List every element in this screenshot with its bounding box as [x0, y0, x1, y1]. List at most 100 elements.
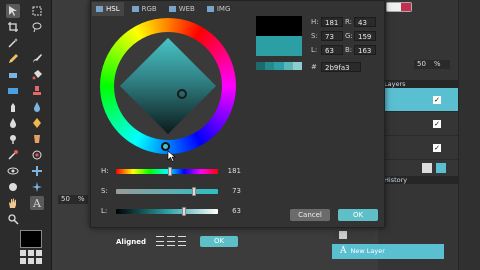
options-ok-button[interactable]: OK	[200, 236, 238, 247]
r-field[interactable]: 43	[354, 17, 376, 27]
layer-row[interactable]: ✓	[378, 112, 458, 136]
hsl-icon	[96, 6, 103, 12]
zoom-value: 50	[61, 195, 70, 203]
right-panel: 50% Layers ✓ ✓ ✓ History	[334, 0, 458, 270]
gradient-tool-icon[interactable]	[6, 84, 20, 98]
pencil-tool-icon[interactable]	[6, 52, 20, 66]
h-slider[interactable]	[116, 166, 219, 176]
tab-web-label: WEB	[178, 5, 195, 13]
tab-hsl[interactable]: HSL	[92, 2, 124, 16]
type-tool-icon[interactable]: A	[30, 196, 44, 210]
s-field-label: S:	[311, 32, 318, 40]
tab-img[interactable]: IMG	[203, 2, 235, 16]
h-slider-thumb[interactable]	[168, 166, 173, 176]
shade-swatch[interactable]	[256, 62, 266, 70]
wand-tool-icon[interactable]	[6, 36, 20, 50]
previous-color-preview[interactable]	[256, 16, 302, 36]
hex-field[interactable]: 2b9fa3	[321, 62, 361, 72]
layer-row-selected[interactable]: ✓	[378, 88, 458, 112]
l-slider-label: L:	[101, 207, 108, 215]
bloat-tool-icon[interactable]	[6, 180, 20, 194]
crop-tool-icon[interactable]	[6, 20, 20, 34]
img-icon	[206, 6, 214, 12]
align-buttons	[156, 236, 186, 246]
layer-visibility-checkbox[interactable]: ✓	[433, 120, 441, 128]
hue-wheel[interactable]	[100, 18, 236, 154]
smudge-tool-icon[interactable]	[6, 100, 20, 114]
align-left-icon[interactable]	[156, 236, 164, 246]
new-layer-icon[interactable]	[422, 163, 432, 173]
h-field[interactable]: 181	[321, 17, 343, 27]
l-field[interactable]: 63	[321, 45, 343, 55]
drop-tool-icon[interactable]	[30, 100, 44, 114]
delete-layer-icon[interactable]	[436, 163, 446, 173]
right-zoom-field[interactable]: 50%	[414, 60, 450, 69]
zoom-tool-icon[interactable]	[6, 212, 20, 226]
right-zoom-unit: %	[433, 60, 441, 68]
move-tool-icon[interactable]	[6, 4, 20, 18]
s-slider-track[interactable]	[116, 188, 219, 194]
pinch-tool-icon[interactable]	[30, 180, 44, 194]
rgb-icon	[131, 6, 139, 12]
s-slider[interactable]	[116, 186, 219, 196]
h-slider-track[interactable]	[116, 168, 219, 174]
shade-swatch[interactable]	[283, 62, 293, 70]
cancel-button[interactable]: Cancel	[290, 209, 330, 221]
marquee-tool-icon[interactable]	[30, 4, 44, 18]
foreground-color-swatch[interactable]	[20, 230, 42, 248]
default-colors-icon[interactable]	[20, 250, 44, 266]
sponge-tool-icon[interactable]	[6, 116, 20, 130]
layer-visibility-checkbox[interactable]: ✓	[433, 144, 441, 152]
dodge-tool-icon[interactable]	[6, 132, 20, 146]
l-slider[interactable]	[116, 206, 219, 216]
shade-swatches[interactable]	[256, 62, 303, 70]
brush-tool-icon[interactable]	[30, 52, 44, 66]
toggle-indicator	[401, 3, 411, 11]
b-field-label: B:	[345, 46, 353, 54]
r-field-label: R:	[345, 18, 353, 26]
g-field-label: G:	[345, 32, 353, 40]
ok-button[interactable]: OK	[338, 209, 378, 221]
top-right-toggle[interactable]	[386, 2, 412, 12]
align-right-icon[interactable]	[178, 236, 186, 246]
zoom-unit: %	[77, 195, 85, 203]
sharpen-tool-icon[interactable]	[30, 116, 44, 130]
l-slider-value: 63	[232, 207, 241, 215]
spot-heal-tool-icon[interactable]	[30, 164, 44, 178]
bucket-tool-icon[interactable]	[30, 68, 44, 82]
layer-row[interactable]: ✓	[378, 136, 458, 160]
l-slider-track[interactable]	[116, 208, 219, 214]
shade-swatch[interactable]	[265, 62, 275, 70]
lasso-tool-icon[interactable]	[30, 20, 44, 34]
shade-swatch[interactable]	[292, 62, 303, 70]
b-field[interactable]: 163	[354, 45, 376, 55]
s-field[interactable]: 73	[321, 31, 343, 41]
right-zoom-value: 50	[417, 60, 426, 68]
burn-tool-icon[interactable]	[30, 132, 44, 146]
eye-tool-icon[interactable]	[6, 164, 20, 178]
g-field[interactable]: 159	[354, 31, 376, 41]
hand-tool-icon[interactable]	[6, 196, 20, 210]
layers-panel: Layers ✓ ✓ ✓	[378, 80, 458, 160]
eraser-tool-icon[interactable]	[6, 68, 20, 82]
history-item-selected[interactable]: A New Layer	[332, 244, 444, 259]
stamp-tool-icon[interactable]	[30, 84, 44, 98]
new-color-preview	[256, 36, 302, 56]
layer-visibility-checkbox[interactable]: ✓	[433, 96, 441, 104]
tab-rgb[interactable]: RGB	[128, 2, 161, 16]
tab-web[interactable]: WEB	[165, 2, 199, 16]
l-slider-thumb[interactable]	[181, 206, 186, 216]
align-center-icon[interactable]	[167, 236, 175, 246]
picker-tool-icon[interactable]	[6, 148, 20, 162]
s-slider-row: S: 73	[101, 184, 241, 198]
redeye-tool-icon[interactable]	[30, 148, 44, 162]
sl-picker-handle[interactable]	[177, 89, 187, 99]
l-slider-row: L: 63	[101, 204, 241, 218]
history-item-label: New Layer	[350, 247, 385, 255]
right-scrollbar[interactable]	[458, 0, 480, 270]
zoom-field[interactable]: 50%	[58, 195, 88, 204]
s-slider-thumb[interactable]	[192, 186, 197, 196]
tab-hsl-label: HSL	[106, 5, 120, 13]
h-field-label: H:	[311, 18, 319, 26]
shade-swatch[interactable]	[274, 62, 284, 70]
